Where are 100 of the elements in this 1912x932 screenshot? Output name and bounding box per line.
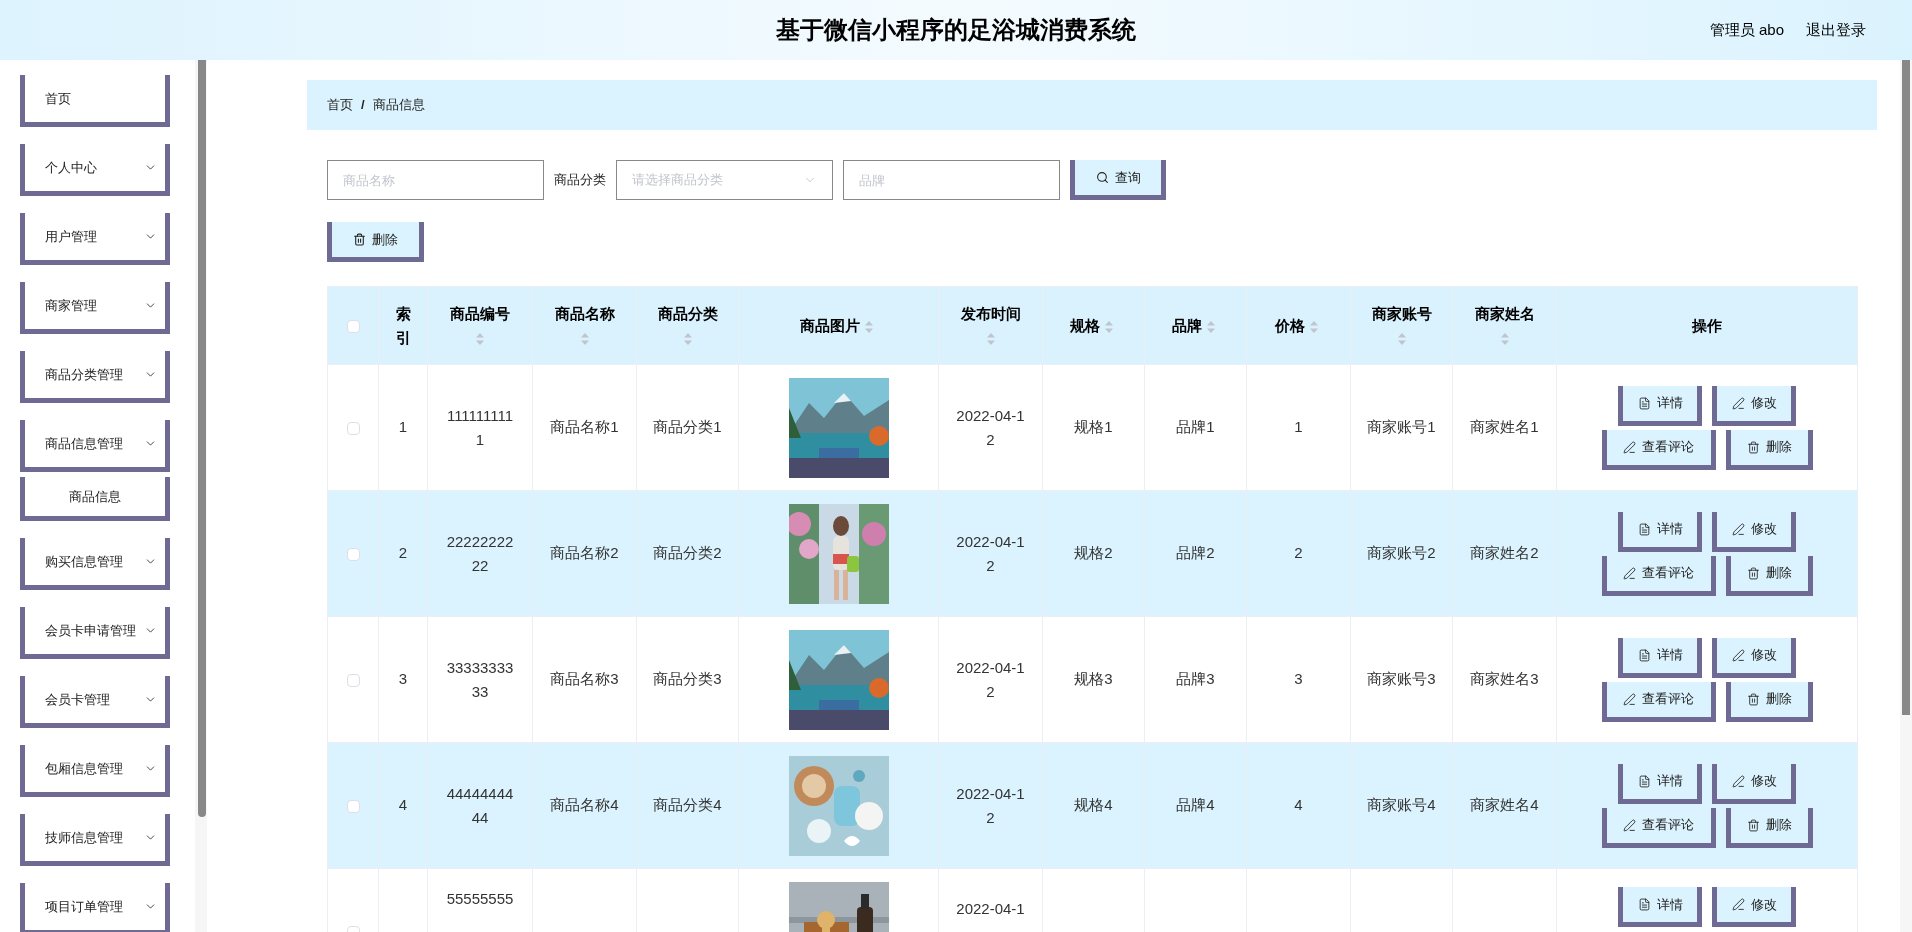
sort-icon[interactable] <box>475 331 485 346</box>
sidebar-item[interactable]: 包厢信息管理 <box>20 745 170 797</box>
sidebar-item[interactable]: 个人中心 <box>20 144 170 196</box>
column-header[interactable]: 商家姓名 <box>1452 286 1557 365</box>
sort-icon[interactable] <box>863 319 874 334</box>
brand-field[interactable]: 品牌 <box>843 160 1060 200</box>
detail-button[interactable]: 详情 <box>1618 511 1702 552</box>
column-header[interactable]: 品牌 <box>1144 286 1247 365</box>
pencil-icon <box>1731 648 1745 662</box>
table-cell: 4 <box>398 796 408 814</box>
row-checkbox[interactable] <box>346 421 360 435</box>
table-cell: 商家账号1 <box>1367 418 1436 436</box>
table-cell: 品牌2 <box>1176 544 1215 562</box>
table-cell: 品牌1 <box>1176 418 1215 436</box>
pencil-icon <box>1623 566 1636 580</box>
sort-icon[interactable] <box>1308 319 1319 334</box>
sort-icon[interactable] <box>1499 331 1510 346</box>
table-cell: 规格2 <box>1074 544 1113 562</box>
review-button[interactable]: 查看评论 <box>1601 555 1716 596</box>
table-cell: 2022-04-12 <box>956 406 1025 448</box>
sort-icon[interactable] <box>682 331 693 346</box>
review-button[interactable]: 查看评论 <box>1601 681 1716 722</box>
table-cell: 商家账号2 <box>1367 544 1436 562</box>
search-icon <box>1095 171 1109 184</box>
delete-button[interactable]: 删除 <box>1725 681 1813 722</box>
table-cell: 商品分类2 <box>653 544 722 562</box>
table-cell: 商家姓名2 <box>1470 544 1539 562</box>
edit-button[interactable]: 修改 <box>1712 637 1796 678</box>
pencil-icon <box>1731 898 1745 911</box>
column-header[interactable]: 商品图片 <box>738 286 939 365</box>
review-button[interactable]: 查看评论 <box>1601 807 1716 848</box>
edit-button[interactable]: 修改 <box>1712 385 1796 426</box>
table-cell: 品牌4 <box>1176 796 1215 814</box>
sidebar-subitem[interactable]: 商品信息 <box>20 477 170 521</box>
detail-button[interactable]: 详情 <box>1618 763 1702 804</box>
table-cell: 商品分类4 <box>653 796 722 814</box>
table-cell: 2222222222 <box>446 532 514 574</box>
table-cell: 4 <box>1294 796 1303 814</box>
delete-button[interactable]: 删除 <box>1725 429 1813 470</box>
table-cell: 1 <box>1294 418 1303 436</box>
table-cell: 商家姓名3 <box>1470 670 1539 688</box>
edit-button[interactable]: 修改 <box>1712 511 1796 552</box>
sidebar-item[interactable]: 商品信息管理 <box>20 420 170 472</box>
sort-icon[interactable] <box>1205 319 1216 334</box>
sidebar-item[interactable]: 首页 <box>20 75 170 127</box>
sidebar-item[interactable]: 用户管理 <box>20 213 170 265</box>
table-cell: 55555555 <box>446 890 514 907</box>
column-header[interactable]: 规格 <box>1042 286 1145 365</box>
scrollbar[interactable] <box>1900 60 1912 932</box>
column-header[interactable]: 发布时间 <box>938 286 1043 365</box>
detail-button[interactable]: 详情 <box>1618 385 1702 426</box>
breadcrumb-link[interactable]: 首页 <box>327 95 353 115</box>
scrollbar[interactable] <box>195 60 207 932</box>
select-all-checkbox[interactable] <box>346 319 360 333</box>
trash-icon <box>353 233 366 246</box>
sidebar-item[interactable]: 购买信息管理 <box>20 538 170 590</box>
column-header[interactable]: 商家账号 <box>1350 286 1453 365</box>
sort-icon[interactable] <box>985 331 996 346</box>
sort-icon[interactable] <box>1396 331 1407 346</box>
table-cell: 商家账号3 <box>1367 670 1436 688</box>
sidebar-item[interactable]: 会员卡管理 <box>20 676 170 728</box>
table-cell: 1111111111 <box>446 406 514 448</box>
edit-button[interactable]: 修改 <box>1712 887 1796 927</box>
delete-button[interactable]: 删除 <box>1725 555 1813 596</box>
bulk-delete-button[interactable]: 删除 <box>327 222 424 262</box>
column-header[interactable]: 商品名称 <box>532 286 637 365</box>
table-cell: 商品分类1 <box>653 418 722 436</box>
row-checkbox[interactable] <box>346 547 360 561</box>
table-cell: 3333333333 <box>446 658 514 700</box>
sort-icon[interactable] <box>1103 319 1114 334</box>
table-cell: 商家姓名1 <box>1470 418 1539 436</box>
row-checkbox[interactable] <box>346 673 360 687</box>
sidebar-item[interactable]: 技师信息管理 <box>20 814 170 866</box>
table-cell: 1 <box>398 418 408 436</box>
table-cell: 2022-04-12 <box>956 784 1025 826</box>
sidebar-item[interactable]: 商品分类管理 <box>20 351 170 403</box>
sort-icon[interactable] <box>579 331 590 346</box>
column-header[interactable]: 商品编号 <box>427 286 533 365</box>
pencil-icon <box>1623 818 1636 832</box>
table-cell: 2 <box>398 544 408 562</box>
review-button[interactable]: 查看评论 <box>1601 429 1716 470</box>
sidebar-item[interactable]: 项目订单管理 <box>20 883 170 932</box>
delete-button[interactable]: 删除 <box>1725 807 1813 848</box>
app-title: 基于微信小程序的足浴城消费系统 <box>776 15 1136 45</box>
table-cell: 商家姓名4 <box>1470 796 1539 814</box>
row-checkbox[interactable] <box>346 799 360 813</box>
table-cell: 品牌3 <box>1176 670 1215 688</box>
detail-button[interactable]: 详情 <box>1618 887 1702 927</box>
sidebar-item[interactable]: 商家管理 <box>20 282 170 334</box>
table-cell: 规格4 <box>1074 796 1113 814</box>
product-name-field[interactable]: 商品名称 <box>327 160 544 200</box>
logout-link[interactable]: 退出登录 <box>1806 18 1866 42</box>
column-header[interactable]: 商品分类 <box>636 286 739 365</box>
detail-button[interactable]: 详情 <box>1618 637 1702 678</box>
search-button[interactable]: 查询 <box>1070 160 1166 200</box>
sidebar-item[interactable]: 会员卡申请管理 <box>20 607 170 659</box>
column-header[interactable]: 价格 <box>1246 286 1351 365</box>
edit-button[interactable]: 修改 <box>1712 763 1796 804</box>
document-icon <box>1637 774 1651 788</box>
trash-icon <box>1746 566 1760 580</box>
